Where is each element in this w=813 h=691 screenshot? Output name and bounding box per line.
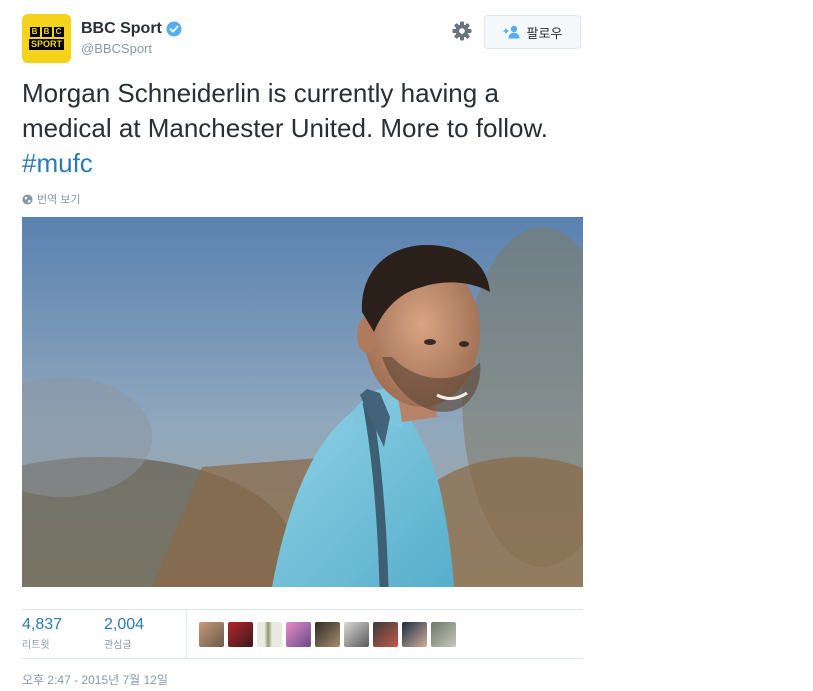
liker-avatar[interactable] (228, 622, 253, 647)
add-user-icon (503, 25, 520, 39)
author-avatar[interactable]: B B C SPORT (22, 14, 71, 63)
tweet-header: B B C SPORT BBC Sport @BBCSport 팔로우 (22, 14, 583, 66)
liker-avatar[interactable] (315, 622, 340, 647)
follow-button[interactable]: 팔로우 (484, 15, 581, 49)
liker-avatar[interactable] (286, 622, 311, 647)
like-count-label: 관심글 (104, 640, 132, 651)
retweet-count[interactable]: 4,837 리트윗 (22, 616, 62, 651)
author-screen-name[interactable]: @BBCSport (81, 41, 182, 56)
stats-divider (186, 610, 187, 658)
bbc-logo-sport: SPORT (28, 39, 64, 50)
tweet-stats: 4,837 리트윗 2,004 관심글 (22, 609, 583, 659)
retweet-count-value: 4,837 (22, 616, 63, 633)
author-display-name[interactable]: BBC Sport (81, 20, 162, 38)
globe-icon (22, 193, 33, 205)
liker-avatar[interactable] (199, 622, 224, 647)
verified-badge-icon (166, 21, 182, 37)
liker-avatar[interactable] (402, 622, 427, 647)
tweet-photo-image (22, 217, 583, 587)
translate-link[interactable]: 번역 보기 (22, 191, 583, 207)
follow-button-label: 팔로우 (526, 25, 563, 41)
liker-avatar[interactable] (344, 622, 369, 647)
bbc-logo-letter: B (41, 27, 52, 37)
author-display-row: BBC Sport (81, 20, 182, 38)
tweet-text: Morgan Schneiderlin is currently having … (22, 76, 577, 181)
translate-label: 번역 보기 (37, 194, 81, 206)
bbc-logo-boxes: B B C (29, 27, 64, 37)
like-count[interactable]: 2,004 관심글 (104, 616, 144, 651)
liker-avatars (199, 622, 456, 647)
liker-avatar[interactable] (257, 622, 282, 647)
like-count-value: 2,004 (104, 616, 145, 633)
tweet-text-body: Morgan Schneiderlin is currently having … (22, 78, 549, 143)
tweet-photo[interactable] (22, 217, 583, 587)
gear-icon[interactable] (452, 21, 472, 41)
bbc-logo-letter: B (29, 27, 40, 37)
liker-avatar[interactable] (373, 622, 398, 647)
hashtag-link[interactable]: #mufc (22, 148, 93, 178)
bbc-logo-letter: C (53, 27, 64, 37)
retweet-count-label: 리트윗 (22, 640, 50, 651)
tweet-card: B B C SPORT BBC Sport @BBCSport 팔로우 Morg… (22, 14, 583, 688)
liker-avatar[interactable] (431, 622, 456, 647)
tweet-timestamp[interactable]: 오후 2:47 - 2015년 7월 12일 (22, 671, 583, 688)
author-names: BBC Sport @BBCSport (81, 20, 182, 56)
